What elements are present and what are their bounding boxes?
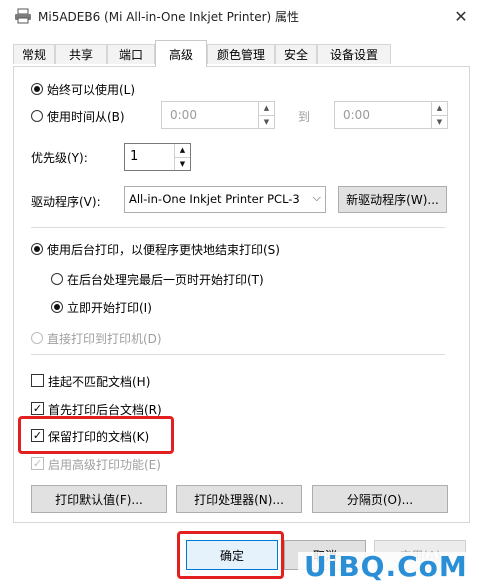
- hold-mismatched-label: 挂起不匹配文档(H): [48, 375, 151, 389]
- divider: [31, 354, 445, 355]
- tab-advanced[interactable]: 高级: [155, 40, 207, 67]
- priority-stepper[interactable]: ▲ ▼: [174, 144, 190, 170]
- tab-strip: 常规 共享 端口 高级 颜色管理 安全 设备设置: [13, 40, 470, 67]
- divider: [31, 227, 445, 228]
- to-time-value: 0:00: [343, 108, 370, 122]
- priority-value: 1: [130, 149, 139, 164]
- tab-color-management[interactable]: 颜色管理: [207, 44, 275, 64]
- chevron-up-icon[interactable]: ▲: [175, 144, 190, 157]
- highlight-box: [177, 531, 284, 579]
- driver-label: 驱动程序(V):: [31, 195, 101, 209]
- available-from-label: 使用时间从(B): [47, 110, 125, 124]
- tab-ports[interactable]: 端口: [107, 44, 155, 64]
- tab-general[interactable]: 常规: [13, 44, 55, 64]
- new-driver-button[interactable]: 新驱动程序(W)...: [338, 186, 447, 213]
- checkmark-icon: ✓: [32, 402, 43, 415]
- advanced-features-label: 启用高级打印功能(E): [48, 458, 161, 472]
- always-available-label: 始终可以使用(L): [47, 83, 136, 97]
- to-time-input[interactable]: 0:00 ▲ ▼: [334, 101, 448, 129]
- spool-radio[interactable]: [31, 243, 43, 255]
- priority-label: 优先级(Y):: [31, 151, 88, 165]
- tab-device-settings[interactable]: 设备设置: [317, 44, 391, 64]
- chevron-down-icon[interactable]: ▼: [259, 114, 274, 129]
- close-icon: ✕: [454, 6, 468, 26]
- from-time-value: 0:00: [170, 108, 197, 122]
- start-immediately-label: 立即开始打印(I): [67, 301, 152, 315]
- title-bar: Mi5ADEB6 (Mi All-in-One Inkjet Printer) …: [0, 0, 479, 32]
- spool-label: 使用后台打印，以便程序更快地结束打印(S): [47, 243, 280, 257]
- checkmark-icon: ✓: [32, 457, 43, 470]
- window-title: Mi5ADEB6 (Mi All-in-One Inkjet Printer) …: [38, 10, 300, 24]
- start-after-last-page-label: 在后台处理完最后一页时开始打印(T): [67, 273, 264, 287]
- close-button[interactable]: ✕: [446, 2, 476, 30]
- chevron-up-icon[interactable]: ▲: [432, 102, 447, 115]
- chevron-down-icon[interactable]: ▼: [175, 156, 190, 171]
- print-defaults-button[interactable]: 打印默认值(F)...: [31, 485, 167, 513]
- start-immediately-radio[interactable]: [51, 301, 63, 313]
- tab-security[interactable]: 安全: [275, 44, 317, 64]
- always-available-radio[interactable]: [31, 83, 43, 95]
- to-label: 到: [298, 110, 311, 124]
- advanced-features-checkbox[interactable]: ✓: [31, 457, 44, 470]
- chevron-down-icon[interactable]: ▼: [432, 114, 447, 129]
- available-from-radio[interactable]: [31, 110, 43, 122]
- driver-select-value: All-in-One Inkjet Printer PCL-3: [129, 192, 300, 206]
- print-direct-radio[interactable]: [31, 332, 43, 344]
- separator-page-button[interactable]: 分隔页(O)...: [312, 485, 448, 513]
- driver-select[interactable]: All-in-One Inkjet Printer PCL-3 ⌵: [124, 186, 326, 213]
- priority-input[interactable]: 1 ▲ ▼: [124, 143, 191, 171]
- print-processor-button[interactable]: 打印处理器(N)...: [176, 485, 302, 513]
- tab-sharing[interactable]: 共享: [55, 44, 107, 64]
- to-time-stepper[interactable]: ▲ ▼: [431, 102, 447, 128]
- advanced-panel: [13, 66, 470, 523]
- highlight-box: [18, 416, 174, 454]
- start-after-last-page-radio[interactable]: [51, 273, 63, 285]
- spooled-first-checkbox[interactable]: ✓: [31, 402, 44, 415]
- watermark-logo: UiBQ.CoM: [304, 550, 468, 583]
- chevron-up-icon[interactable]: ▲: [259, 102, 274, 115]
- chevron-down-icon: ⌵: [312, 191, 321, 204]
- print-direct-label: 直接打印到打印机(D): [47, 332, 162, 346]
- hold-mismatched-checkbox[interactable]: [31, 374, 44, 387]
- from-time-stepper[interactable]: ▲ ▼: [258, 102, 274, 128]
- from-time-input[interactable]: 0:00 ▲ ▼: [161, 101, 275, 129]
- printer-icon: [15, 8, 31, 24]
